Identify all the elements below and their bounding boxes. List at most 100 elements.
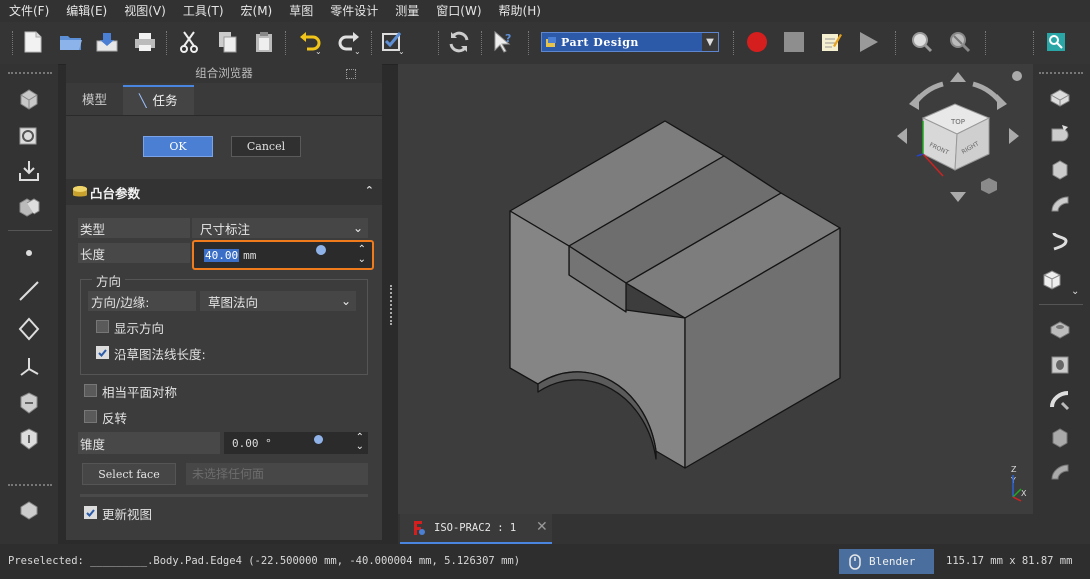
zoom-search-icon[interactable]	[1043, 29, 1069, 55]
record-macro-icon[interactable]	[744, 29, 770, 55]
clone-icon[interactable]	[14, 192, 44, 222]
menu-item-3[interactable]: 工具(T)	[174, 0, 232, 22]
measure-icon[interactable]	[909, 29, 935, 55]
direction-edge-select[interactable]: 草图法向 ⌄	[200, 291, 356, 311]
divider	[80, 494, 368, 497]
menu-item-1[interactable]: 编辑(E)	[57, 0, 115, 22]
open-folder-icon[interactable]	[58, 29, 84, 55]
svg-text:?: ?	[505, 32, 511, 45]
pipe-icon[interactable]	[1045, 190, 1075, 220]
create-sketch-icon[interactable]	[14, 120, 44, 150]
reversed-checkbox[interactable]	[84, 410, 97, 423]
measure-settings-icon[interactable]	[947, 29, 973, 55]
ok-button[interactable]: OK	[143, 136, 213, 157]
check-icon[interactable]: ⌄	[380, 29, 406, 55]
pocket-icon[interactable]	[1045, 314, 1075, 344]
panel-title: 组合浏览器	[66, 64, 382, 83]
import-shape-icon[interactable]	[14, 156, 44, 186]
close-tab-icon[interactable]: ✕	[536, 519, 548, 535]
copy-icon[interactable]	[214, 29, 240, 55]
update-view-checkbox[interactable]	[84, 506, 97, 519]
navigation-style-button[interactable]: Blender	[839, 549, 934, 574]
menu-item-8[interactable]: 窗口(W)	[427, 0, 489, 22]
cut-icon[interactable]	[176, 29, 202, 55]
length-input[interactable]: 40.00 mm ⌃ ⌄	[192, 240, 374, 270]
whats-this-icon[interactable]: ?	[490, 29, 516, 55]
show-direction-checkbox[interactable]	[96, 320, 109, 333]
toolbar-grip[interactable]	[1039, 72, 1083, 78]
left-toolbar	[0, 64, 58, 544]
spin-down-icon[interactable]: ⌄	[358, 254, 366, 265]
undo-icon[interactable]: ⌄	[297, 29, 323, 55]
datum-plane-icon[interactable]	[14, 314, 44, 344]
select-face-button[interactable]: Select face	[82, 463, 176, 485]
collapse-icon[interactable]: ⌃	[365, 184, 374, 197]
chevron-down-icon[interactable]: ⌄	[1071, 286, 1079, 297]
menu-item-5[interactable]: 草图	[280, 0, 321, 22]
menu-item-2[interactable]: 视图(V)	[115, 0, 174, 22]
svg-text:⌄: ⌄	[315, 47, 322, 55]
panel-title-text: 组合浏览器	[195, 66, 253, 80]
3d-viewport[interactable]: TOP FRONT RIGHT Z Y X	[398, 64, 1033, 514]
new-document-icon[interactable]	[20, 29, 46, 55]
menu-bar: 文件(F) 编辑(E) 视图(V) 工具(T) 宏(M) 草图 零件设计 测量 窗口(W) 帮助(…	[0, 0, 1090, 22]
toolbar-grip[interactable]	[8, 484, 52, 490]
expression-icon[interactable]	[316, 245, 326, 255]
refresh-icon[interactable]	[446, 29, 472, 55]
menu-item-6[interactable]: 零件设计	[321, 0, 386, 22]
stop-macro-icon[interactable]	[781, 29, 807, 55]
tab-model[interactable]: 模型	[66, 85, 123, 115]
workbench-label: Part Design	[561, 35, 639, 49]
hole-icon[interactable]	[1045, 350, 1075, 380]
toolbar-grip[interactable]	[8, 72, 52, 78]
additive-primitive-icon[interactable]	[14, 494, 44, 524]
along-normal-checkbox[interactable]	[96, 346, 109, 359]
datum-point-icon[interactable]	[14, 238, 44, 268]
groove-icon[interactable]	[1045, 386, 1075, 416]
menu-item-9[interactable]: 帮助(H)	[490, 0, 549, 22]
save-icon[interactable]	[94, 29, 120, 55]
nav-left-icon	[897, 128, 907, 144]
nav-down-icon	[950, 192, 966, 202]
workbench-selector[interactable]: Part Design ▼	[541, 32, 719, 52]
face-input[interactable]: 未选择任何面	[186, 463, 368, 485]
menu-item-4[interactable]: 宏(M)	[232, 0, 281, 22]
splitter-handle[interactable]	[390, 285, 395, 325]
symmetric-checkbox[interactable]	[84, 384, 97, 397]
redo-icon[interactable]: ⌄	[336, 29, 362, 55]
taper-value: 0.00 °	[232, 436, 272, 450]
navigation-cube[interactable]: TOP FRONT RIGHT	[893, 66, 1023, 206]
create-body-icon[interactable]	[14, 84, 44, 114]
part-design-icon	[546, 37, 556, 47]
chevron-down-icon: ▼	[702, 33, 718, 51]
loft-icon[interactable]	[1045, 154, 1075, 184]
float-panel-icon[interactable]	[346, 69, 356, 79]
subtractive-pipe-icon[interactable]	[1045, 458, 1075, 488]
print-icon[interactable]	[132, 29, 158, 55]
pad-parameters-header[interactable]: 凸台参数 ⌃	[66, 179, 382, 205]
edit-macro-icon[interactable]	[818, 29, 844, 55]
menu-item-0[interactable]: 文件(F)	[0, 0, 57, 22]
type-select[interactable]: 尺寸标注 ⌄	[192, 218, 368, 238]
paste-icon[interactable]	[251, 29, 277, 55]
shape-binder-icon[interactable]	[14, 388, 44, 418]
expression-icon[interactable]	[314, 435, 323, 444]
spin-down-icon[interactable]: ⌄	[356, 441, 364, 452]
revolution-icon[interactable]	[1045, 118, 1075, 148]
tab-document[interactable]: ISO-PRAC2 : 1 ✕	[400, 514, 552, 544]
direction-group-title: 方向	[92, 271, 126, 290]
run-macro-icon[interactable]	[855, 29, 881, 55]
tab-tasks-label: 任务	[152, 93, 178, 108]
subtractive-loft-icon[interactable]	[1045, 422, 1075, 452]
tab-model-label: 模型	[82, 92, 108, 107]
pad-icon[interactable]	[1045, 82, 1075, 112]
additive-box-icon[interactable]	[1037, 264, 1067, 294]
sub-shape-binder-icon[interactable]	[14, 424, 44, 454]
taper-input[interactable]: 0.00 ° ⌃ ⌄	[224, 432, 368, 454]
tab-tasks[interactable]: ╲ 任务	[123, 85, 194, 115]
cancel-button[interactable]: Cancel	[231, 136, 301, 157]
helix-icon[interactable]	[1045, 226, 1075, 256]
menu-item-7[interactable]: 测量	[386, 0, 427, 22]
datum-line-icon[interactable]	[14, 276, 44, 306]
local-coordinate-icon[interactable]	[14, 352, 44, 382]
